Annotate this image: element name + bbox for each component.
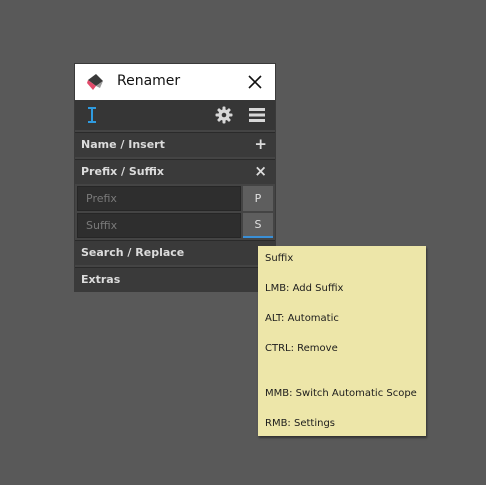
- section-label: Name / Insert: [81, 138, 165, 151]
- section-label: Prefix / Suffix: [81, 165, 164, 178]
- tooltip-line: MMB: Switch Automatic Scope: [265, 388, 417, 399]
- gear-icon[interactable]: [215, 106, 233, 124]
- plus-icon[interactable]: +: [254, 135, 267, 153]
- tooltip-line: CTRL: Remove: [265, 343, 338, 354]
- section-label: Extras: [81, 273, 121, 286]
- section-search-replace[interactable]: Search / Replace: [75, 240, 275, 265]
- section-label: Search / Replace: [81, 246, 185, 259]
- section-name-insert[interactable]: Name / Insert +: [75, 132, 275, 157]
- toolbar: [75, 100, 275, 130]
- text-cursor-icon[interactable]: [85, 106, 99, 124]
- section-extras[interactable]: Extras: [75, 267, 275, 292]
- tooltip-line: LMB: Add Suffix: [265, 283, 344, 294]
- section-prefix-suffix[interactable]: Prefix / Suffix ×: [75, 159, 275, 184]
- prefix-input[interactable]: [77, 186, 241, 211]
- suffix-tooltip: Suffix LMB: Add Suffix ALT: Automatic CT…: [258, 246, 426, 436]
- suffix-button[interactable]: S: [243, 213, 273, 238]
- renamer-logo-icon: [87, 74, 103, 90]
- tooltip-line: RMB: Settings: [265, 418, 335, 429]
- tooltip-line: ALT: Automatic: [265, 313, 339, 324]
- title-bar: Renamer: [75, 64, 275, 100]
- menu-icon[interactable]: [249, 107, 265, 123]
- close-icon[interactable]: [243, 70, 267, 94]
- prefix-button[interactable]: P: [243, 186, 273, 211]
- suffix-input[interactable]: [77, 213, 241, 238]
- window-title: Renamer: [117, 73, 181, 89]
- renamer-panel: Renamer Name / Insert + Prefix / Suffix …: [74, 63, 276, 292]
- close-section-icon[interactable]: ×: [254, 162, 267, 180]
- tooltip-title: Suffix: [265, 253, 294, 264]
